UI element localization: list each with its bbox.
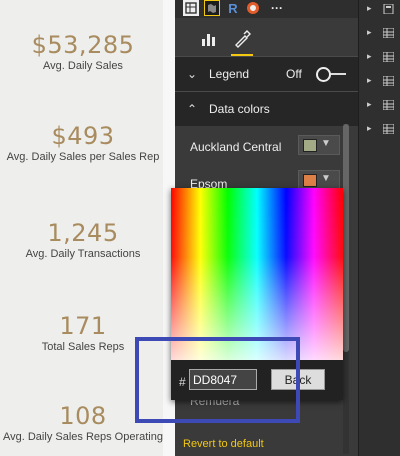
legend-toggle[interactable] [316, 67, 346, 82]
table-icon [383, 28, 394, 38]
chevron-down-icon: ⌄ [187, 67, 198, 81]
r-visual-icon[interactable]: R [225, 0, 241, 16]
toggle-knob [316, 67, 331, 82]
tab-format[interactable] [229, 26, 255, 56]
field-table-row[interactable]: ▸ [359, 50, 400, 66]
field-table-row[interactable]: ▸ [359, 26, 400, 42]
kpi-value: $493 [51, 122, 115, 150]
chevron-right-icon: ▸ [367, 99, 372, 109]
table-icon [383, 76, 394, 86]
kpi-value: $53,285 [31, 31, 135, 59]
table-icon [383, 52, 394, 62]
legend-section-header[interactable]: ⌄ Legend Off [175, 56, 358, 91]
kpi-label: Avg. Daily Transactions [25, 248, 141, 260]
table-icon [383, 124, 394, 134]
dropdown-arrow-icon: ▼ [321, 173, 331, 184]
map-visual-icon[interactable] [204, 0, 220, 16]
table-icon [383, 100, 394, 110]
pane-tabs [175, 20, 358, 56]
fields-panel: ▸ ▸ ▸ ▸ ▸ ▸ [358, 0, 400, 456]
visualization-icons: R ··· [175, 0, 358, 18]
color-spectrum[interactable] [171, 188, 343, 360]
revert-to-default-link[interactable]: Revert to default [183, 438, 264, 450]
data-color-label: Auckland Central [190, 140, 282, 154]
auckland-central-color-button[interactable]: ▼ [298, 135, 340, 155]
calculator-icon [383, 4, 394, 14]
section-title: Legend [209, 67, 250, 81]
field-table-row[interactable]: ▸ [359, 2, 400, 18]
chevron-right-icon: ▸ [367, 27, 372, 37]
kpi-label: Avg. Daily Sales [43, 60, 123, 72]
data-colors-section-header[interactable]: ⌃ Data colors [175, 91, 358, 126]
field-table-row[interactable]: ▸ [359, 98, 400, 114]
chevron-up-icon: ⌃ [187, 102, 198, 116]
more-visuals-icon[interactable]: ··· [269, 0, 285, 16]
tab-fields[interactable] [195, 26, 221, 52]
paint-roller-icon [235, 30, 251, 48]
chevron-right-icon: ▸ [367, 3, 372, 13]
chevron-right-icon: ▸ [367, 123, 372, 133]
kpi-card-avg-sales-per-rep[interactable]: $493 Avg. Daily Sales per Sales Rep [0, 122, 163, 164]
field-table-row[interactable]: ▸ [359, 74, 400, 90]
color-swatch [303, 139, 317, 152]
dropdown-arrow-icon: ▼ [321, 138, 331, 149]
kpi-card-avg-daily-sales[interactable]: $53,285 Avg. Daily Sales [0, 31, 163, 73]
kpi-label: Avg. Daily Sales Reps Operating [3, 431, 163, 443]
color-swatch [303, 174, 317, 187]
globe-visual-icon[interactable] [245, 0, 261, 16]
epsom-color-button[interactable]: ▼ [298, 170, 340, 190]
kpi-label: Avg. Daily Sales per Sales Rep [6, 151, 160, 163]
bar-chart-icon [202, 34, 215, 46]
kpi-card-avg-daily-transactions[interactable]: 1,245 Avg. Daily Transactions [0, 219, 163, 261]
kpi-value: 1,245 [47, 219, 119, 247]
field-table-row[interactable]: ▸ [359, 122, 400, 138]
section-title: Data colors [209, 102, 270, 116]
kpi-value: 171 [59, 312, 107, 340]
chevron-right-icon: ▸ [367, 75, 372, 85]
annotation-highlight-box [135, 337, 300, 423]
chevron-right-icon: ▸ [367, 51, 372, 61]
pane-scrollbar-thumb[interactable] [343, 124, 349, 352]
table-visual-icon[interactable] [183, 0, 199, 16]
toggle-state-label: Off [286, 67, 302, 81]
